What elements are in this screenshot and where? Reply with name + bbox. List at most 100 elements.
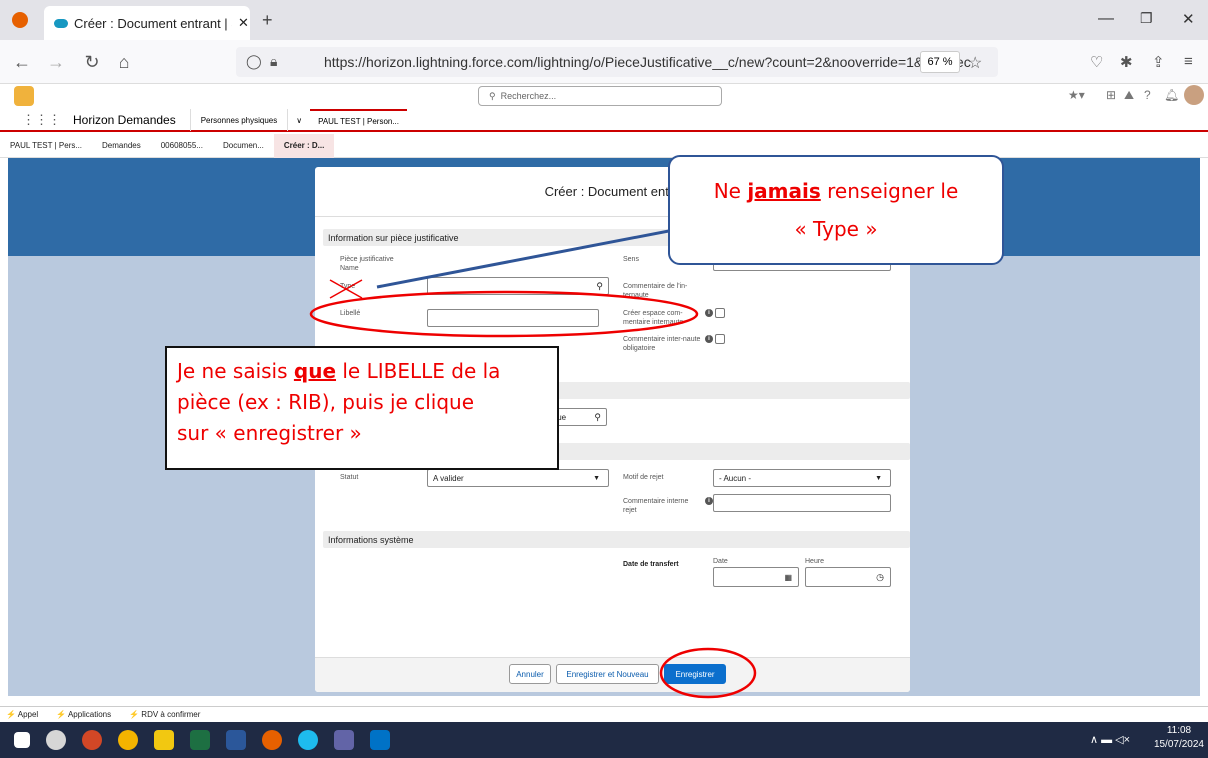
utility-item-rdv[interactable]: ⚡ RDV à confirmer xyxy=(129,710,200,719)
firefox-taskbar-icon[interactable] xyxy=(262,730,282,750)
heure-label: Heure xyxy=(805,558,825,565)
back-icon[interactable]: ← xyxy=(10,52,34,73)
app-navigation: ⋮⋮⋮ Horizon Demandes Personnes physiques… xyxy=(0,109,1208,132)
info-icon[interactable]: i xyxy=(705,309,713,317)
statut-select[interactable]: A valider ▼ xyxy=(427,469,609,487)
statut-label: Statut xyxy=(340,474,359,481)
subtab-creer[interactable]: Créer : D... xyxy=(273,133,335,158)
powerpoint-icon[interactable] xyxy=(82,730,102,750)
windows-taskbar: ∧ ▬ ◁× 11:08 15/07/2024 xyxy=(0,722,1208,758)
nav-item-personnes[interactable]: Personnes physiques xyxy=(189,109,289,131)
browser-tab[interactable]: Créer : Document entrant | Sale ✕ xyxy=(44,6,250,40)
subtab-documen[interactable]: Documen... xyxy=(213,134,274,158)
motif-rejet-label: Motif de rejet xyxy=(623,474,664,481)
callout-text: « Type » xyxy=(794,217,878,241)
motif-rejet-select[interactable]: - Aucun - ▼ xyxy=(713,469,891,487)
clock-date: 15/07/2024 xyxy=(1153,739,1204,750)
commentaire-internaute-label: Commentaire de l'in-ternaute xyxy=(623,283,688,299)
pocket-icon[interactable]: ♡ xyxy=(1090,53,1103,71)
commentaire-obligatoire-label: Commentaire inter-naute obligatoire xyxy=(623,336,701,352)
callout-never-type: Ne jamais renseigner le « Type » xyxy=(668,155,1004,265)
section-informations-systeme[interactable]: Informations système xyxy=(323,531,910,548)
creer-espace-checkbox[interactable] xyxy=(715,308,725,318)
menu-icon[interactable]: ≡ xyxy=(1184,53,1193,70)
url-bar[interactable]: https://horizon.lightning.force.com/ligh… xyxy=(236,47,998,77)
subtab-00608055[interactable]: 00608055... xyxy=(151,134,213,158)
org-logo-icon xyxy=(14,86,34,106)
nav-item-paul-test[interactable]: PAUL TEST | Person... xyxy=(310,109,408,131)
workspace-subtabs: PAUL TEST | Pers... Demandes 00608055...… xyxy=(0,133,1208,158)
global-actions-icon[interactable]: ⊞ xyxy=(1106,88,1116,102)
home-icon[interactable]: ⌂ xyxy=(112,52,136,73)
reload-icon[interactable]: ↻ xyxy=(80,52,104,73)
clock-time: 11:08 xyxy=(1166,725,1192,736)
callout-text: le LIBELLE de la xyxy=(336,359,501,383)
app-launcher-icon[interactable]: ⋮⋮⋮ xyxy=(22,112,61,128)
type-lookup-input[interactable]: ⚲ xyxy=(427,277,609,295)
date-transfert-label: Date de transfert xyxy=(623,561,679,568)
teams-icon[interactable] xyxy=(334,730,354,750)
utility-label: Applications xyxy=(67,710,112,719)
search-icon: ⚲ xyxy=(596,280,603,291)
chrome-icon[interactable] xyxy=(118,730,138,750)
restore-icon[interactable]: ❐ xyxy=(1140,10,1153,27)
word-icon[interactable] xyxy=(226,730,246,750)
avatar[interactable] xyxy=(1184,85,1204,105)
utility-item-appel[interactable]: ⚡ Appel xyxy=(6,710,38,719)
callout-text: Je ne saisis xyxy=(177,359,294,383)
creer-espace-label: Créer espace com-mentaire internaute xyxy=(623,310,684,326)
chevron-down-icon[interactable]: ∨ xyxy=(288,116,310,125)
outlook-icon[interactable] xyxy=(370,730,390,750)
commentaire-rejet-label: Commentaire interne rejet xyxy=(623,498,689,514)
libelle-label: Libellé xyxy=(340,310,361,317)
utility-bar: ⚡ Appel ⚡ Applications ⚡ RDV à confirmer xyxy=(0,706,1208,722)
search-placeholder: Recherchez... xyxy=(500,91,557,101)
excel-icon[interactable] xyxy=(190,730,210,750)
app-name: Horizon Demandes xyxy=(73,113,176,127)
extensions-icon[interactable]: ✱ xyxy=(1120,53,1133,71)
info-icon[interactable]: i xyxy=(705,497,713,505)
callout-text: sur « enregistrer » xyxy=(177,421,362,445)
salesforce-cloud-icon xyxy=(54,18,68,28)
callout-emphasis: que xyxy=(293,359,337,383)
shield-icon[interactable]: ◯ xyxy=(246,53,262,70)
favorites-icon[interactable]: ★▾ xyxy=(1068,88,1085,102)
save-and-new-button[interactable]: Enregistrer et Nouveau xyxy=(556,664,659,684)
trailhead-icon[interactable]: ⛰ xyxy=(1124,88,1134,103)
new-tab-icon[interactable]: + xyxy=(262,10,273,31)
close-window-icon[interactable]: ✕ xyxy=(1182,10,1195,28)
commentaire-obligatoire-checkbox[interactable] xyxy=(715,334,725,344)
global-search-input[interactable]: ⚲ Recherchez... xyxy=(478,86,722,106)
tray-icons[interactable]: ∧ ▬ ◁× xyxy=(1090,733,1130,746)
subtab-demandes[interactable]: Demandes xyxy=(92,134,151,158)
utility-item-applications[interactable]: ⚡ Applications xyxy=(56,710,111,719)
save-button[interactable]: Enregistrer xyxy=(664,664,726,684)
heure-input[interactable]: ◷ xyxy=(805,567,891,587)
share-icon[interactable]: ⇪ xyxy=(1152,53,1165,71)
zoom-level[interactable]: 67 % xyxy=(920,51,960,73)
windows-start-icon[interactable] xyxy=(14,732,30,748)
notifications-icon[interactable]: 🔔︎ xyxy=(1164,88,1179,102)
minimize-icon[interactable]: — xyxy=(1098,10,1114,28)
info-icon[interactable]: i xyxy=(705,335,713,343)
forward-icon[interactable]: → xyxy=(44,52,68,73)
utility-label: Appel xyxy=(17,710,39,719)
lock-icon[interactable]: 🔒︎ xyxy=(270,53,277,70)
date-input[interactable]: ▦ xyxy=(713,567,799,587)
firefox-icon[interactable] xyxy=(12,12,28,28)
cancel-button[interactable]: Annuler xyxy=(509,664,551,684)
utility-label: RDV à confirmer xyxy=(141,710,201,719)
file-explorer-icon[interactable] xyxy=(154,730,174,750)
search-icon: ⚲ xyxy=(594,411,601,422)
taskbar-clock[interactable]: 11:08 15/07/2024 xyxy=(1154,724,1204,752)
photos-icon[interactable] xyxy=(46,730,66,750)
libelle-input[interactable] xyxy=(427,309,599,327)
subtab-paul-test[interactable]: PAUL TEST | Pers... xyxy=(0,134,92,158)
ie-icon[interactable] xyxy=(298,730,318,750)
url-text: https://horizon.lightning.force.com/ligh… xyxy=(324,54,971,70)
commentaire-rejet-input[interactable] xyxy=(713,494,891,512)
bookmark-star-icon[interactable]: ☆ xyxy=(968,53,982,73)
help-icon[interactable]: ? xyxy=(1144,88,1151,102)
close-tab-icon[interactable]: ✕ xyxy=(238,15,249,31)
browser-tab-title: Créer : Document entrant | Sale xyxy=(74,15,232,31)
